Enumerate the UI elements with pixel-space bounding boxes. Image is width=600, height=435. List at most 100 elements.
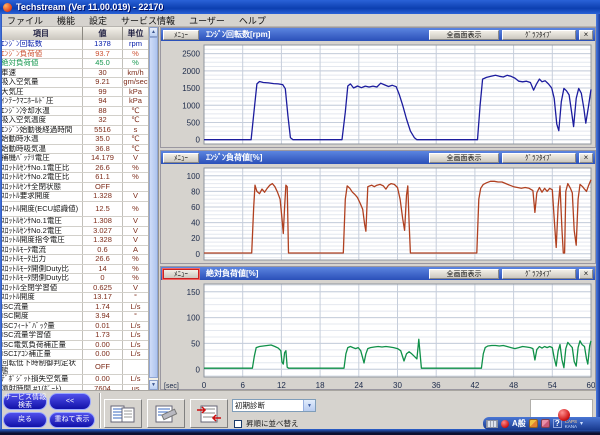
table-row[interactable]: ｽﾛｯﾄﾙ開度指令電圧1.328V bbox=[0, 236, 149, 246]
table-row[interactable]: ｽﾛｯﾄﾙｾﾝｻNo.1電圧1.308V bbox=[0, 217, 149, 227]
absolute-load-graphtype-button[interactable]: ｸﾞﾗﾌﾀｲﾌﾟ bbox=[502, 269, 576, 279]
table-row[interactable]: 吸入空気量9.21gm/sec bbox=[0, 78, 149, 88]
back-double-button[interactable]: << bbox=[49, 393, 91, 410]
data-list-button[interactable] bbox=[104, 399, 142, 428]
table-row[interactable]: ｴﾝｼﾞﾝ冷却水温88℃ bbox=[0, 107, 149, 117]
table-row[interactable]: 大気圧99kPa bbox=[0, 88, 149, 98]
absolute-load-close-icon[interactable]: × bbox=[579, 269, 593, 279]
table-row[interactable]: ISC電気負荷補正量0.00L/s bbox=[0, 341, 149, 351]
menu-item-settings[interactable]: 設定 bbox=[89, 14, 107, 27]
table-row[interactable]: 吸入空気温度32℃ bbox=[0, 116, 149, 126]
table-cell-val: 35.0 bbox=[83, 135, 123, 144]
scrollbar-thumb[interactable] bbox=[149, 37, 158, 378]
overlay-display-button[interactable]: 重ねて表示 bbox=[49, 412, 95, 428]
table-row[interactable]: ISC開度3.94° bbox=[0, 312, 149, 322]
pencil-list-button[interactable] bbox=[147, 399, 185, 428]
menu-item-help[interactable]: ヘルプ bbox=[239, 14, 266, 27]
menu-item-user[interactable]: ユーザー bbox=[189, 14, 225, 27]
table-header-row: 項目 値 単位 bbox=[0, 27, 158, 41]
keyboard-icon[interactable] bbox=[486, 420, 498, 428]
table-cell-item: 吸入空気量 bbox=[0, 78, 83, 87]
table-row[interactable]: 車速30km/h bbox=[0, 69, 149, 79]
table-cell-val: 0 bbox=[83, 274, 123, 283]
table-row[interactable]: ｽﾛｯﾄﾙﾓｰﾀ開側Duty比14% bbox=[0, 265, 149, 275]
scroll-down-icon[interactable]: ▼ bbox=[149, 380, 158, 390]
load-menu-button[interactable]: ﾒﾆｭｰ bbox=[163, 153, 199, 163]
table-row[interactable]: 始動時吸気温36.8℃ bbox=[0, 145, 149, 155]
ime-pad-icon[interactable] bbox=[529, 419, 538, 428]
table-row[interactable]: ｽﾛｯﾄﾙｾﾝｻNo.2電圧3.027V bbox=[0, 227, 149, 237]
menu-item-service-info[interactable]: サービス情報 bbox=[121, 14, 175, 27]
svg-text:2000: 2000 bbox=[182, 67, 200, 76]
ime-mode-label[interactable]: A般 bbox=[512, 418, 526, 429]
scroll-up-icon[interactable]: ▲ bbox=[149, 27, 158, 37]
ime-tools-icon[interactable] bbox=[541, 419, 550, 428]
sort-ascending-label: 昇順に並べ替え bbox=[246, 418, 299, 429]
sort-ascending-checkbox[interactable] bbox=[234, 420, 242, 428]
table-row[interactable]: ｽﾛｯﾄﾙｾﾝｻ全閉状態OFF bbox=[0, 183, 149, 193]
table-row[interactable]: ｽﾛｯﾄﾙ開度(ECU認識値)12.5% bbox=[0, 202, 149, 218]
rpm-menu-button[interactable]: ﾒﾆｭｰ bbox=[163, 30, 199, 40]
table-row[interactable]: ｴﾝｼﾞﾝ始動後経過時間5516s bbox=[0, 126, 149, 136]
table-row[interactable]: ｽﾛｯﾄﾙｾﾝｻNo.2電圧比61.1% bbox=[0, 173, 149, 183]
rpm-graphtype-button[interactable]: ｸﾞﾗﾌﾀｲﾌﾟ bbox=[502, 30, 576, 40]
table-cell-val: 88 bbox=[83, 107, 123, 116]
table-row[interactable]: ISC流量1.74L/s bbox=[0, 303, 149, 313]
dropdown-arrow-icon[interactable]: ▼ bbox=[303, 400, 315, 411]
table-row[interactable]: ISCﾌｨｰﾄﾞﾊﾞｯｸ量0.01L/s bbox=[0, 322, 149, 332]
column-header-unit[interactable]: 単位 bbox=[123, 27, 149, 40]
table-cell-unit: % bbox=[123, 173, 149, 182]
table-row[interactable]: ISCｴｱｺﾝ補正量0.00L/s bbox=[0, 350, 149, 360]
svg-text:12: 12 bbox=[277, 381, 286, 390]
table-row[interactable]: ｽﾛｯﾄﾙｾﾝｻNo.1電圧比26.6% bbox=[0, 164, 149, 174]
ime-chevron-icon[interactable]: ▾ bbox=[580, 420, 583, 427]
menu-item-function[interactable]: 機能 bbox=[57, 14, 75, 27]
table-row[interactable]: ｴﾝｼﾞﾝ負荷値93.7% bbox=[0, 50, 149, 60]
rpm-fullscreen-button[interactable]: 全画面表示 bbox=[429, 30, 499, 40]
table-row[interactable]: ｽﾛｯﾄﾙﾓｰﾀ電流0.6A bbox=[0, 246, 149, 256]
record-arrows-button[interactable] bbox=[190, 399, 228, 428]
rpm-close-icon[interactable]: × bbox=[579, 30, 593, 40]
table-row[interactable]: ISC流量学習値1.73L/s bbox=[0, 331, 149, 341]
table-row[interactable]: ｽﾛｯﾄﾙ要求開度1.328V bbox=[0, 192, 149, 202]
return-button[interactable]: 戻る bbox=[3, 412, 47, 428]
diagnosis-mode-dropdown[interactable]: 初期診断 ▼ bbox=[232, 399, 316, 412]
svg-text:42: 42 bbox=[470, 381, 479, 390]
table-row[interactable]: ｴﾝｼﾞﾝ回転数1378rpm bbox=[0, 40, 149, 50]
table-cell-val: 1.73 bbox=[83, 331, 123, 340]
table-cell-item: 回転低下時制御判定状態 bbox=[0, 360, 83, 375]
table-cell-val: 1.74 bbox=[83, 303, 123, 312]
ime-status-ball-icon[interactable] bbox=[501, 420, 509, 428]
table-row[interactable]: ｽﾛｯﾄﾙ全閉学習値0.625V bbox=[0, 284, 149, 294]
load-graphtype-button[interactable]: ｸﾞﾗﾌﾀｲﾌﾟ bbox=[502, 153, 576, 163]
load-close-icon[interactable]: × bbox=[579, 153, 593, 163]
table-row[interactable]: ｽﾛｯﾄﾙ開度13.17° bbox=[0, 293, 149, 303]
table-cell-unit: L/s bbox=[123, 350, 149, 359]
column-header-value[interactable]: 値 bbox=[83, 27, 123, 40]
svg-text:30: 30 bbox=[393, 381, 402, 390]
table-row[interactable]: ｽﾛｯﾄﾙﾓｰﾀ閉側Duty比0% bbox=[0, 274, 149, 284]
table-row[interactable]: ｽﾛｯﾄﾙﾓｰﾀ出力26.6% bbox=[0, 255, 149, 265]
table-row[interactable]: 回転低下時制御判定状態OFF bbox=[0, 360, 149, 376]
menu-item-file[interactable]: ファイル bbox=[7, 14, 43, 27]
table-cell-val: 36.8 bbox=[83, 145, 123, 154]
absolute-load-menu-button[interactable]: ﾒﾆｭｰ bbox=[163, 269, 199, 279]
table-cell-unit: ℃ bbox=[123, 145, 149, 154]
table-row[interactable]: 絶対負荷値45.0% bbox=[0, 59, 149, 69]
svg-text:80: 80 bbox=[191, 187, 200, 196]
absolute-load-fullscreen-button[interactable]: 全画面表示 bbox=[429, 269, 499, 279]
load-fullscreen-button[interactable]: 全画面表示 bbox=[429, 153, 499, 163]
title-bar[interactable]: Techstream (Ver 11.00.019) - 22170 bbox=[0, 0, 600, 14]
sort-ascending-row: 昇順に並べ替え bbox=[234, 418, 299, 429]
table-row[interactable]: ｲﾝﾃｰｸﾏﾆﾎｰﾙﾄﾞ圧94kPa bbox=[0, 97, 149, 107]
service-info-search-button[interactable]: サービス情報検索 bbox=[3, 393, 47, 410]
table-row[interactable]: ﾃﾞﾎﾟｼﾞｯﾄ損失空気量0.00L/s bbox=[0, 375, 149, 385]
absolute-load-chart: 05010015006121824303642485460[sec] bbox=[162, 281, 595, 392]
table-row[interactable]: 始動時水温35.0℃ bbox=[0, 135, 149, 145]
ime-language-bar[interactable]: A般 ? CAPS KANA ▾ bbox=[483, 417, 600, 430]
table-row[interactable]: 補機ﾊﾞｯﾃﾘ電圧14.179V bbox=[0, 154, 149, 164]
column-header-item[interactable]: 項目 bbox=[0, 27, 83, 40]
table-scrollbar[interactable]: ▲ ▼ bbox=[148, 27, 158, 390]
kana-indicator[interactable]: KANA bbox=[565, 424, 577, 429]
table-cell-unit: L/s bbox=[123, 303, 149, 312]
